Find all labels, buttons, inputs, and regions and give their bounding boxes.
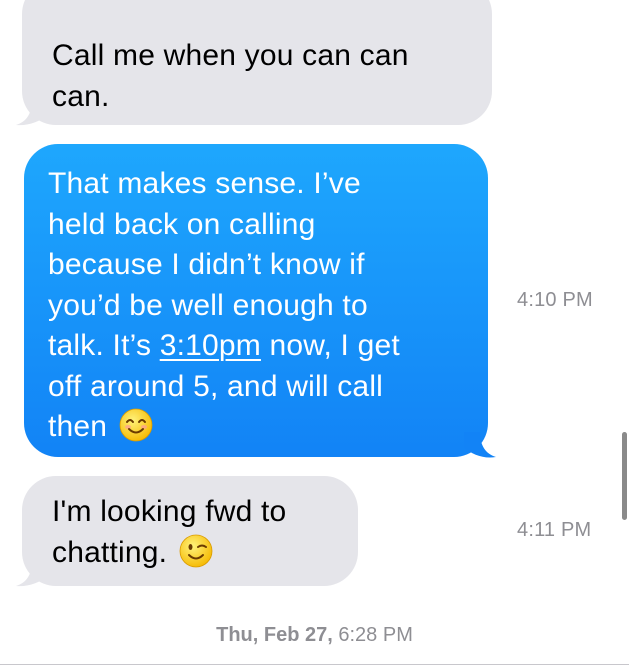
bubble-tail [16, 561, 48, 587]
scrollbar[interactable] [622, 432, 627, 520]
received-message-bubble[interactable]: I'm looking fwd to chatting. [22, 476, 358, 586]
winking-face-emoji-icon [179, 534, 213, 567]
message-text: Call me when you can can can. [52, 39, 409, 113]
bubble-tail [16, 100, 48, 126]
divider [0, 664, 629, 665]
message-thread[interactable]: Call me when you can can can. That makes… [0, 0, 629, 672]
received-message-bubble[interactable]: Call me when you can can can. [22, 0, 492, 125]
smiling-face-emoji-icon [119, 408, 153, 442]
date-header-time: 6:28 PM [332, 624, 413, 646]
message-timestamp: 4:11 PM [517, 519, 592, 541]
date-header-day: Thu, Feb 27, [216, 624, 333, 646]
bubble-tail [464, 432, 496, 458]
conversation-date-header: Thu, Feb 27, 6:28 PM [0, 624, 629, 647]
sent-message-bubble[interactable]: That makes sense. I’ve held back on call… [24, 144, 488, 457]
message-timestamp: 4:10 PM [517, 289, 593, 311]
message-text: I'm looking fwd to chatting. [52, 495, 287, 569]
time-link[interactable]: 3:10pm [160, 329, 261, 362]
